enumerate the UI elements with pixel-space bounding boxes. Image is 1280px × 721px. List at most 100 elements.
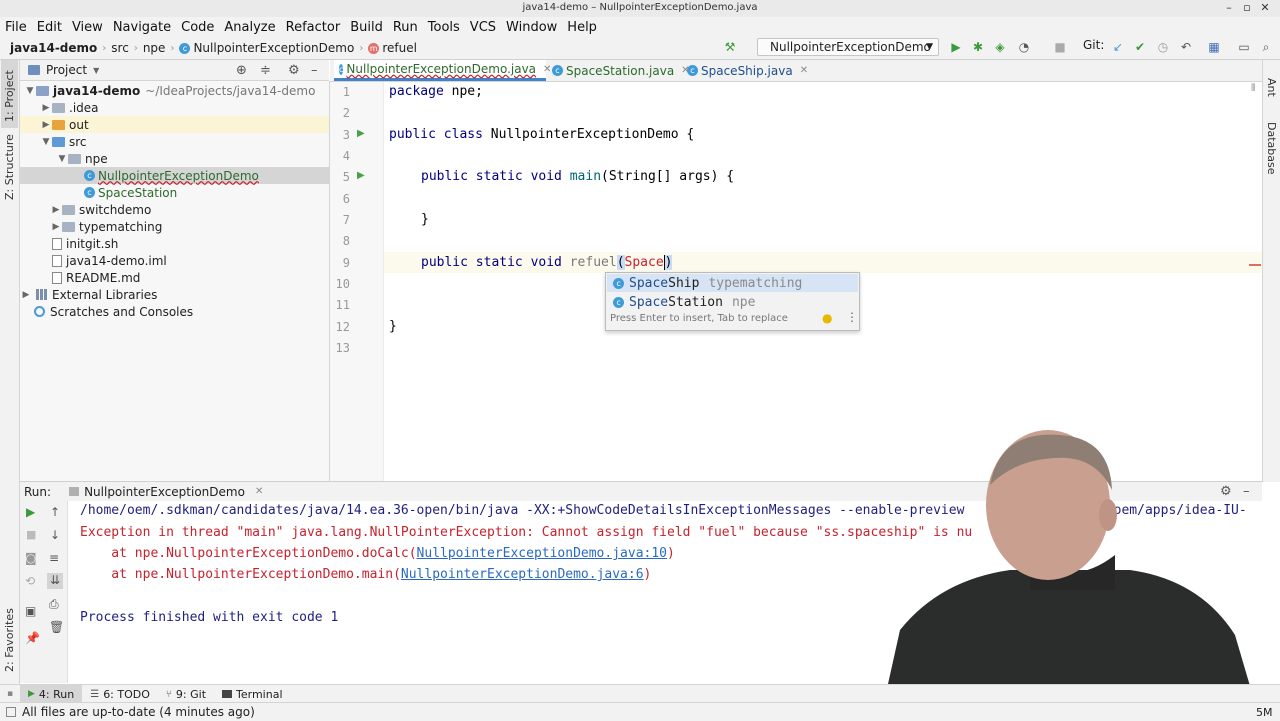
tree-item-project-root[interactable]: ▼ java14-demo ~/IdeaProjects/java14-demo: [24, 82, 316, 99]
completion-hint: Press Enter to insert, Tab to replace: [610, 313, 788, 324]
database-stripe-label[interactable]: Database: [1265, 122, 1278, 175]
tree-item-nullpointerexceptiondemo[interactable]: c NullpointerExceptionDemo: [20, 167, 329, 184]
layout-icon[interactable]: ▭: [1236, 39, 1252, 55]
close-icon[interactable]: ✕: [255, 486, 263, 497]
project-panel-title[interactable]: Project: [46, 63, 87, 77]
memory-indicator[interactable]: 5M: [1256, 706, 1273, 719]
tree-item-switchdemo[interactable]: ▶ switchdemo: [50, 201, 152, 218]
status-toggle-icon[interactable]: [6, 707, 16, 717]
restore-layout-icon[interactable]: ⟲: [25, 574, 35, 588]
tool-window-toggle-icon[interactable]: ▪: [0, 689, 20, 699]
rollback-icon[interactable]: ↶: [1178, 39, 1194, 55]
menu-refactor[interactable]: Refactor: [281, 20, 346, 35]
run-icon[interactable]: ▶: [948, 39, 964, 55]
git-commit-icon[interactable]: ✔: [1132, 39, 1148, 55]
hide-panel-icon[interactable]: –: [311, 63, 318, 78]
build-hammer-icon[interactable]: ⚒: [722, 39, 738, 55]
console-source-link[interactable]: NullpointerExceptionDemo.java:10: [417, 546, 667, 561]
tree-item-initgit[interactable]: initgit.sh: [52, 235, 118, 252]
print-icon[interactable]: ⎙: [49, 597, 59, 612]
trash-icon[interactable]: 🗑: [49, 620, 64, 634]
console-source-link[interactable]: NullpointerExceptionDemo.java:6: [401, 567, 644, 582]
soft-wrap-icon[interactable]: ≡: [49, 551, 59, 565]
tree-item-scratches[interactable]: Scratches and Consoles: [34, 303, 193, 320]
breadcrumb-project[interactable]: java14-demo: [10, 41, 97, 55]
chevron-down-icon[interactable]: ▼: [93, 66, 99, 75]
menu-help[interactable]: Help: [562, 20, 602, 35]
menu-file[interactable]: File: [0, 20, 32, 35]
close-icon[interactable]: ✕: [543, 64, 551, 75]
scroll-to-end-icon[interactable]: ⇊: [47, 573, 63, 589]
lightbulb-icon[interactable]: ●: [822, 311, 832, 325]
run-gutter-icon[interactable]: ▶: [357, 128, 365, 139]
tree-item-external-libraries[interactable]: ▶ External Libraries: [20, 286, 158, 303]
close-icon[interactable]: ✕: [1258, 1, 1272, 14]
maximize-icon[interactable]: ▫: [1240, 1, 1254, 14]
more-options-icon[interactable]: ⋮: [846, 310, 858, 324]
tree-item-spacestation[interactable]: c SpaceStation: [84, 184, 177, 201]
breadcrumb-src[interactable]: src: [111, 41, 129, 55]
arrow-up-icon[interactable]: ↑: [50, 505, 60, 519]
rerun-icon[interactable]: ▶: [26, 505, 35, 519]
close-icon[interactable]: ✕: [800, 65, 808, 76]
gear-icon[interactable]: ⚙: [288, 63, 300, 78]
menu-tools[interactable]: Tools: [423, 20, 465, 35]
tree-item-typematching[interactable]: ▶ typematching: [50, 218, 163, 235]
arrow-down-icon[interactable]: ↓: [50, 528, 60, 542]
menu-window[interactable]: Window: [501, 20, 562, 35]
stop-icon[interactable]: ■: [26, 528, 36, 541]
debug-icon[interactable]: ✱: [970, 39, 986, 55]
camera-icon[interactable]: ◙: [25, 551, 37, 565]
pin-icon[interactable]: 📌: [25, 631, 40, 645]
breadcrumb-package[interactable]: npe: [143, 41, 166, 55]
tree-item-idea[interactable]: ▶ .idea: [40, 99, 99, 116]
tree-item-readme[interactable]: README.md: [52, 269, 140, 286]
stop-icon[interactable]: ■: [1052, 39, 1068, 55]
structure-stripe-label[interactable]: Z: Structure: [3, 134, 16, 200]
git-update-icon[interactable]: ↙: [1110, 39, 1126, 55]
code-paren: ): [663, 255, 673, 270]
tab-spaceship[interactable]: c SpaceShip.java ✕: [687, 60, 808, 81]
tab-spacestation[interactable]: c SpaceStation.java ✕: [552, 60, 690, 81]
profile-icon[interactable]: ◔: [1016, 39, 1032, 55]
inspection-widget-icon[interactable]: ⦀: [1251, 83, 1255, 94]
menu-edit[interactable]: Edit: [32, 20, 67, 35]
code-line-9: public static void refuel(Space): [421, 255, 673, 270]
run-gutter-icon[interactable]: ▶: [357, 170, 365, 181]
ant-stripe-label[interactable]: Ant: [1265, 78, 1278, 97]
history-icon[interactable]: ◷: [1155, 39, 1171, 55]
minimize-icon[interactable]: –: [1222, 1, 1236, 14]
tool-run[interactable]: ▶ 4: Run: [20, 685, 83, 703]
breadcrumb-class[interactable]: c NullpointerExceptionDemo: [179, 41, 354, 55]
menu-build[interactable]: Build: [345, 20, 388, 35]
status-message[interactable]: All files are up-to-date (4 minutes ago): [22, 705, 255, 719]
tree-item-iml[interactable]: java14-demo.iml: [52, 252, 167, 269]
collapse-all-icon[interactable]: ≑: [260, 63, 271, 78]
layout-grid-icon[interactable]: ▣: [25, 604, 36, 618]
breadcrumb-method[interactable]: m refuel: [368, 41, 417, 55]
tool-todo[interactable]: ☰ 6: TODO: [82, 685, 158, 703]
favorites-stripe-label[interactable]: 2: Favorites: [3, 608, 16, 672]
tab-nullpointerexceptiondemo[interactable]: c NullpointerExceptionDemo.java ✕: [334, 60, 551, 81]
completion-item-spaceship[interactable]: c Space Ship typematching: [607, 274, 858, 292]
tree-item-label: java14-demo: [53, 83, 141, 98]
run-config-select[interactable]: NullpointerExceptionDemo ▼: [757, 38, 939, 56]
menu-analyze[interactable]: Analyze: [219, 20, 280, 35]
class-icon: c: [687, 65, 698, 76]
tree-item-src[interactable]: ▼ src: [40, 133, 87, 150]
tool-terminal[interactable]: Terminal: [214, 685, 291, 703]
coverage-icon[interactable]: ◈: [992, 39, 1008, 55]
search-icon[interactable]: ⌕: [1258, 39, 1274, 55]
tool-git[interactable]: ⑂ 9: Git: [158, 685, 214, 703]
menu-view[interactable]: View: [67, 20, 108, 35]
project-structure-icon[interactable]: ▦: [1206, 39, 1222, 55]
menu-vcs[interactable]: VCS: [465, 20, 501, 35]
tree-item-npe[interactable]: ▼ npe: [56, 150, 108, 167]
run-tab-label[interactable]: NullpointerExceptionDemo: [84, 485, 245, 499]
menu-code[interactable]: Code: [176, 20, 219, 35]
tree-item-out[interactable]: ▶ out: [20, 116, 329, 133]
locate-icon[interactable]: ⊕: [236, 63, 247, 78]
menu-run[interactable]: Run: [388, 20, 423, 35]
completion-item-spacestation[interactable]: c Space Station npe: [607, 293, 858, 311]
menu-navigate[interactable]: Navigate: [108, 20, 176, 35]
